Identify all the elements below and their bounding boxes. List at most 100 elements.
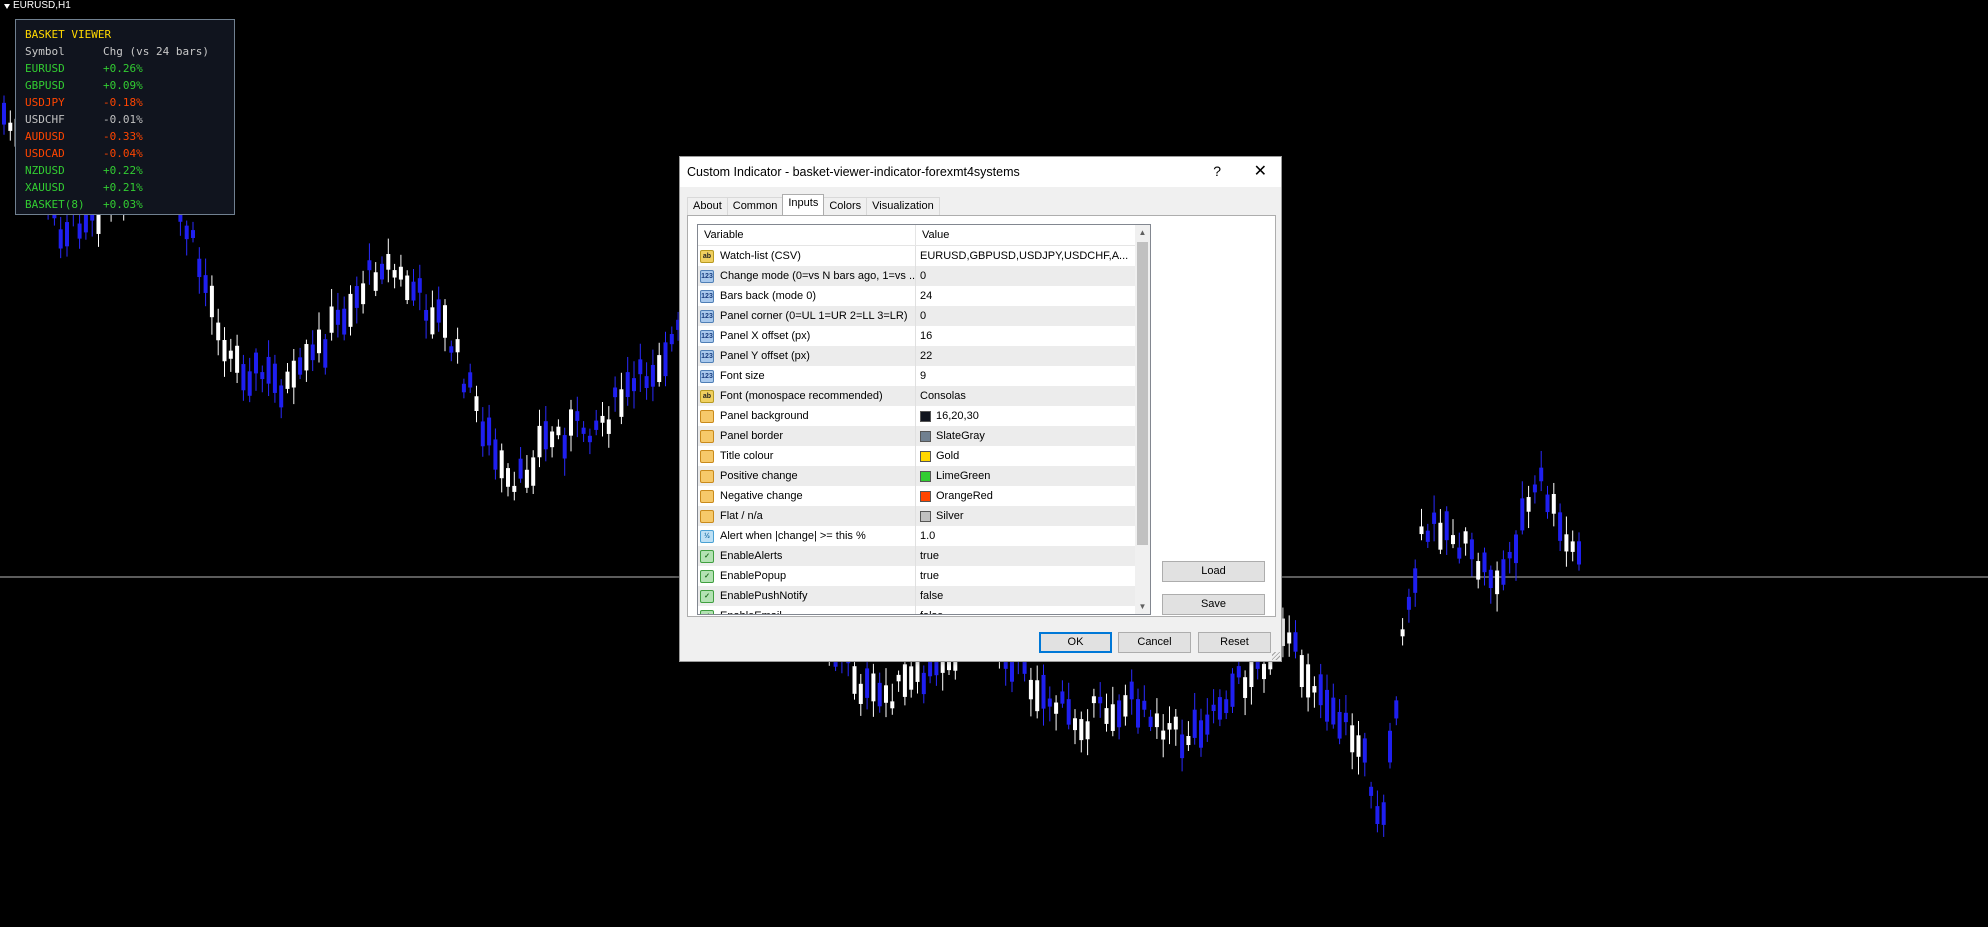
input-value-cell[interactable]: false (916, 606, 1150, 614)
candle-body (1224, 699, 1229, 714)
chart-symbol-label[interactable]: EURUSD,H1 (4, 0, 71, 12)
basket-row: NZDUSD +0.22% (25, 162, 234, 179)
candle-body (575, 411, 580, 421)
input-row[interactable]: ✓ EnableAlerts true (698, 546, 1150, 566)
input-row[interactable]: 123 Font size 9 (698, 366, 1150, 386)
input-value-text: 9 (920, 370, 927, 382)
input-row[interactable]: 123 Bars back (mode 0) 24 (698, 286, 1150, 306)
basket-row-symbol: AUDUSD (25, 130, 65, 143)
candle-body (1425, 530, 1430, 542)
candle-body (896, 674, 901, 682)
input-value-cell[interactable]: 0 (916, 306, 1150, 326)
basket-viewer-panel: BASKET VIEWER Symbol Chg (vs 24 bars) EU… (15, 19, 235, 215)
str-type-icon: ab (700, 249, 714, 263)
candle-body (518, 458, 523, 479)
tab-inputs[interactable]: Inputs (782, 194, 825, 215)
tab-colors[interactable]: Colors (823, 197, 868, 215)
candle-body (877, 682, 882, 707)
input-value-cell[interactable]: OrangeRed (916, 486, 1150, 506)
input-value-cell[interactable]: 22 (916, 346, 1150, 366)
candle-body (537, 425, 542, 458)
candle-body (1539, 467, 1544, 482)
input-row[interactable]: ✓ EnablePopup true (698, 566, 1150, 586)
close-icon[interactable]: ✕ (1254, 161, 1267, 181)
candle-body (209, 285, 214, 318)
candle-body (1356, 735, 1361, 757)
candle-body (1047, 698, 1052, 707)
scroll-down-arrow-icon[interactable]: ▼ (1135, 599, 1150, 614)
candle-body (638, 359, 643, 375)
basket-row-symbol: NZDUSD (25, 164, 65, 177)
input-row[interactable]: ✓ EnablePushNotify false (698, 586, 1150, 606)
color-swatch (920, 490, 931, 502)
candle-body (323, 339, 328, 368)
resize-grip-icon[interactable] (1272, 652, 1280, 660)
input-value-cell[interactable]: Consolas (916, 386, 1150, 406)
candle-body (1262, 663, 1266, 680)
input-value-text: 0 (920, 270, 927, 282)
input-row[interactable]: 123 Panel Y offset (px) 22 (698, 346, 1150, 366)
input-value-cell[interactable]: 9 (916, 366, 1150, 386)
candle-body (1482, 552, 1487, 573)
input-value-cell[interactable]: Silver (916, 506, 1150, 526)
input-row[interactable]: Panel background 16,20,30 (698, 406, 1150, 426)
candle-body (524, 469, 529, 488)
input-value-cell[interactable]: 0 (916, 266, 1150, 286)
load-button[interactable]: Load (1162, 561, 1265, 582)
bool-type-icon: ✓ (700, 589, 714, 603)
input-row[interactable]: 123 Panel corner (0=UL 1=UR 2=LL 3=LR) 0 (698, 306, 1150, 326)
candle-body (1413, 568, 1418, 593)
candle-body (1192, 709, 1197, 738)
input-row[interactable]: ab Watch-list (CSV) EURUSD,GBPUSD,USDJPY,U… (698, 246, 1150, 266)
dialog-titlebar[interactable]: Custom Indicator - basket-viewer-indicat… (680, 157, 1281, 187)
input-variable-label: Negative change (720, 490, 803, 502)
ok-button[interactable]: OK (1039, 632, 1112, 653)
column-header-variable[interactable]: Variable (698, 225, 916, 245)
input-value-cell[interactable]: SlateGray (916, 426, 1150, 446)
scroll-up-arrow-icon[interactable]: ▲ (1135, 225, 1150, 240)
input-row[interactable]: Positive change LimeGreen (698, 466, 1150, 486)
candle-body (1444, 511, 1449, 541)
input-value-cell[interactable]: 16,20,30 (916, 406, 1150, 426)
input-value-cell[interactable]: false (916, 586, 1150, 606)
bool-type-icon: ✓ (700, 609, 714, 614)
input-value-cell[interactable]: 1.0 (916, 526, 1150, 546)
input-row[interactable]: Title colour Gold (698, 446, 1150, 466)
reset-button[interactable]: Reset (1198, 632, 1271, 653)
input-value-cell[interactable]: true (916, 566, 1150, 586)
input-row[interactable]: Flat / n/a Silver (698, 506, 1150, 526)
candle-body (298, 357, 303, 375)
input-value-cell[interactable]: true (916, 546, 1150, 566)
candle-body (468, 372, 473, 388)
input-row[interactable]: 123 Change mode (0=vs N bars ago, 1=vs ..… (698, 266, 1150, 286)
input-value-cell[interactable]: 16 (916, 326, 1150, 346)
input-row[interactable]: Panel border SlateGray (698, 426, 1150, 446)
save-button[interactable]: Save (1162, 594, 1265, 615)
scroll-thumb[interactable] (1137, 242, 1148, 545)
input-row[interactable]: 123 Panel X offset (px) 16 (698, 326, 1150, 346)
help-button[interactable]: ? (1213, 163, 1221, 179)
column-header-value[interactable]: Value (916, 225, 949, 245)
input-value-cell[interactable]: LimeGreen (916, 466, 1150, 486)
tab-about[interactable]: About (687, 197, 728, 215)
candle-body (1463, 531, 1468, 544)
candle-body (871, 673, 876, 702)
input-row[interactable]: Negative change OrangeRed (698, 486, 1150, 506)
basket-row-symbol: BASKET(8) (25, 198, 85, 211)
candle-body (480, 421, 485, 447)
candle-body (430, 307, 435, 335)
input-row[interactable]: ½ Alert when |change| >= this % 1.0 (698, 526, 1150, 546)
candle-body (1526, 497, 1531, 512)
input-value-cell[interactable]: 24 (916, 286, 1150, 306)
candle-body (1564, 534, 1569, 552)
input-row[interactable]: ✓ EnableEmail false (698, 606, 1150, 614)
candle-body (348, 293, 353, 327)
tab-visualization[interactable]: Visualization (866, 197, 940, 215)
input-value-cell[interactable]: Gold (916, 446, 1150, 466)
cancel-button[interactable]: Cancel (1118, 632, 1191, 653)
candle-body (902, 664, 907, 697)
tab-common[interactable]: Common (726, 197, 784, 215)
input-row[interactable]: ab Font (monospace recommended) Consolas (698, 386, 1150, 406)
grid-scrollbar[interactable]: ▲ ▼ (1135, 225, 1150, 614)
input-value-cell[interactable]: EURUSD,GBPUSD,USDJPY,USDCHF,A... (916, 246, 1150, 266)
